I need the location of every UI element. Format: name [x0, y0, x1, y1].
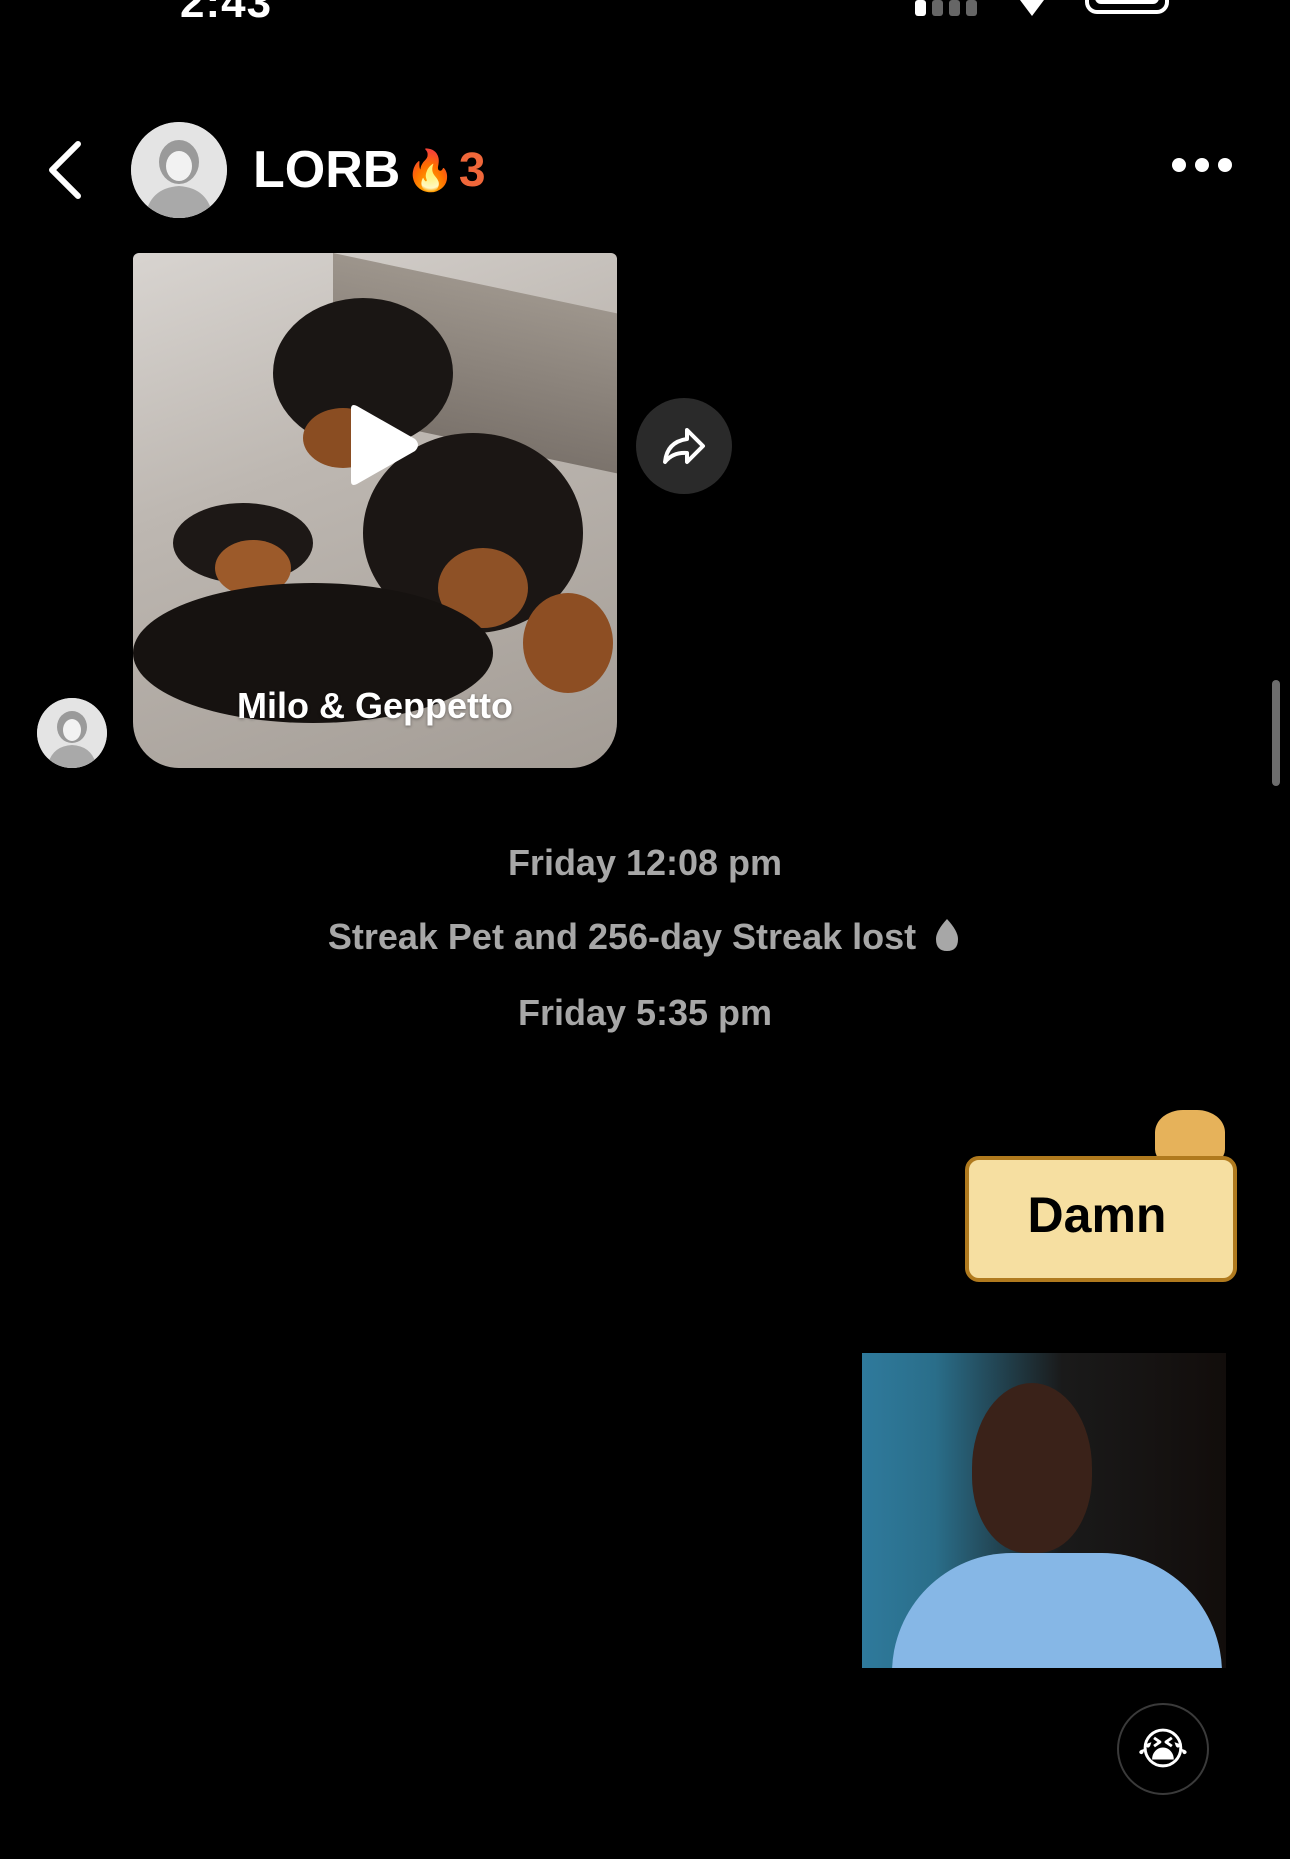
scrollbar[interactable]: [1272, 680, 1280, 786]
timestamp: Friday 12:08 pm: [507, 842, 783, 883]
contact-avatar[interactable]: [131, 122, 227, 218]
battery-icon: [1085, 0, 1169, 14]
fire-icon: 🔥: [405, 148, 455, 193]
crying-face-icon: 😭: [1137, 1724, 1189, 1774]
wifi-icon: [1020, 0, 1044, 16]
share-icon: [663, 428, 705, 464]
streak-lost-notice: Streak Pet and 256-day Streak lost: [0, 916, 1290, 958]
streak-indicator: 🔥 3: [405, 140, 486, 200]
reaction-button[interactable]: 😭: [1117, 1703, 1209, 1795]
crying-man-image[interactable]: [862, 1353, 1226, 1668]
sticker-text: Damn: [1027, 1187, 1167, 1243]
share-button[interactable]: [636, 398, 732, 494]
damn-sticker[interactable]: Damn: [955, 1110, 1255, 1290]
sender-avatar[interactable]: [37, 698, 107, 768]
contact-name[interactable]: LORB: [253, 140, 400, 200]
video-message[interactable]: Milo & Geppetto: [133, 253, 617, 768]
timestamp: Friday 5:35 pm: [517, 992, 773, 1033]
more-options-icon[interactable]: [1172, 158, 1232, 178]
gray-flame-icon: [936, 919, 959, 951]
streak-lost-text: Streak Pet and 256-day Streak lost: [327, 916, 917, 957]
streak-count: 3: [458, 143, 486, 197]
cellular-signal-icon: [915, 0, 981, 16]
status-time: 2:43: [180, 0, 273, 27]
back-chevron-icon[interactable]: [44, 140, 86, 200]
video-caption: Milo & Geppetto: [237, 685, 513, 726]
play-icon[interactable]: [343, 403, 421, 487]
